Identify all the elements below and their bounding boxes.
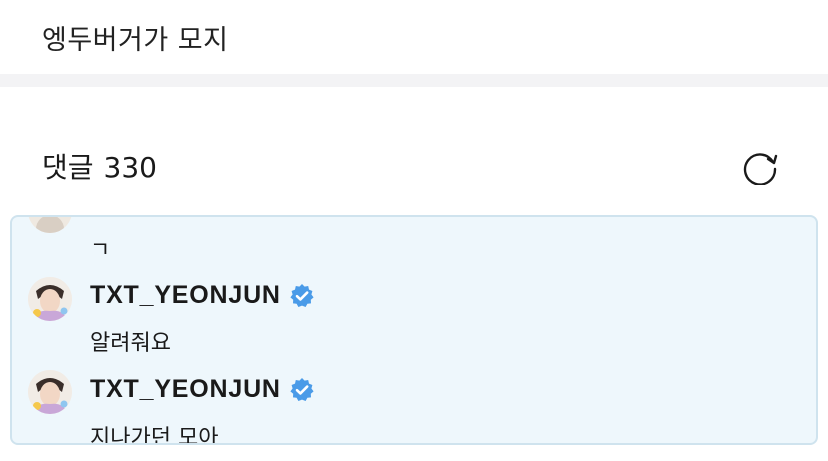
comments-header: 댓글 330: [42, 146, 157, 186]
verified-badge-icon: [290, 377, 314, 401]
post-text: 엥두버거가 모지: [42, 25, 229, 56]
username-text: TXT_YEONJUN: [90, 281, 281, 309]
comment-text: ㄱ: [90, 238, 111, 263]
comment-text: 지나가던 모아: [90, 426, 219, 445]
comment-text: 알려줘요: [90, 331, 171, 356]
avatar[interactable]: [28, 217, 72, 233]
avatar[interactable]: [28, 370, 72, 414]
comments-label: 댓글: [42, 151, 94, 184]
username-text: TXT_YEONJUN: [90, 375, 281, 403]
verified-badge-icon: [290, 283, 314, 307]
refresh-button[interactable]: [740, 145, 780, 186]
refresh-icon: [743, 153, 778, 186]
highlighted-comments: ㄱ TXT_YEONJUN 알려줘요 TXT_YEONJUN 지나가던 모아: [10, 215, 818, 445]
avatar[interactable]: [28, 277, 72, 321]
comment-page: 엥두버거가 모지 댓글 330 ㄱ TXT_YEONJUN 알려줘요 TXT_Y…: [0, 0, 828, 461]
comment-username[interactable]: TXT_YEONJUN: [90, 281, 315, 310]
comments-count: 330: [103, 151, 157, 184]
comment-username[interactable]: TXT_YEONJUN: [90, 375, 315, 404]
section-divider: [0, 74, 828, 87]
